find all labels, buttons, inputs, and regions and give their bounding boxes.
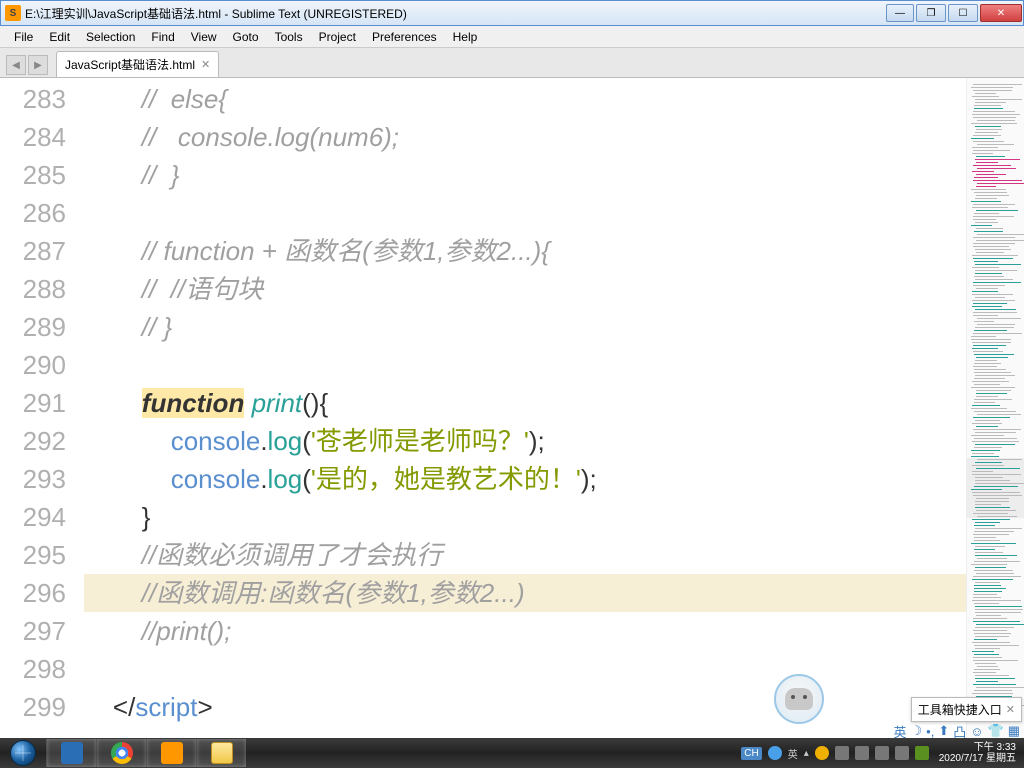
taskbar: CH 英 ▴ 下午 3:33 2020/7/17 星期五: [0, 738, 1024, 768]
code-line[interactable]: // function + 函数名(参数1,参数2...){: [84, 232, 966, 270]
code-line[interactable]: //print();: [84, 612, 966, 650]
taskbar-app-1[interactable]: [46, 739, 96, 767]
menu-bar: FileEditSelectionFindViewGotoToolsProjec…: [0, 26, 1024, 48]
file-tab[interactable]: JavaScript基础语法.html ✕: [56, 51, 219, 77]
menu-project[interactable]: Project: [311, 27, 364, 47]
menu-edit[interactable]: Edit: [41, 27, 78, 47]
code-line[interactable]: </script>: [84, 688, 966, 726]
tab-label: JavaScript基础语法.html: [65, 56, 195, 73]
menu-selection[interactable]: Selection: [78, 27, 143, 47]
minimap[interactable]: [966, 78, 1024, 738]
code-line[interactable]: [84, 650, 966, 688]
line-number-gutter: 2832842852862872882892902912922932942952…: [0, 78, 84, 738]
tray-volume-icon[interactable]: [875, 746, 889, 760]
code-editor[interactable]: 2832842852862872882892902912922932942952…: [0, 78, 1024, 738]
minimize-button[interactable]: —: [886, 4, 914, 22]
start-button[interactable]: [0, 739, 46, 767]
code-line[interactable]: // }: [84, 156, 966, 194]
tray-q-icon[interactable]: [768, 746, 782, 760]
code-line[interactable]: [84, 194, 966, 232]
code-line[interactable]: [84, 346, 966, 384]
ime-moon-icon[interactable]: ☽: [910, 723, 922, 739]
code-line[interactable]: // //语句块: [84, 270, 966, 308]
ime-smile-icon[interactable]: ☺: [970, 724, 983, 739]
tray-clock[interactable]: 下午 3:33 2020/7/17 星期五: [935, 740, 1020, 766]
tray-lang[interactable]: CH: [741, 747, 761, 760]
tray-flag-icon[interactable]: [835, 746, 849, 760]
menu-view[interactable]: View: [183, 27, 225, 47]
tray-nvidia-icon[interactable]: [915, 746, 929, 760]
code-line[interactable]: function print(){: [84, 384, 966, 422]
restore-button[interactable]: ❐: [916, 4, 946, 22]
tray-network-icon[interactable]: [855, 746, 869, 760]
code-line[interactable]: console.log('苍老师是老师吗？');: [84, 422, 966, 460]
code-line[interactable]: console.log('是的，她是教艺术的！');: [84, 460, 966, 498]
tray-arrow-icon[interactable]: ▴: [804, 748, 809, 759]
assistant-avatar[interactable]: [774, 674, 824, 724]
tray-usb-icon[interactable]: [895, 746, 909, 760]
tray-date: 2020/7/17 星期五: [939, 753, 1016, 764]
code-line[interactable]: // else{: [84, 80, 966, 118]
tray-ime[interactable]: 英: [788, 746, 798, 761]
system-tray: CH 英 ▴ 下午 3:33 2020/7/17 星期五: [741, 740, 1024, 766]
ime-grid-icon[interactable]: ▦: [1008, 723, 1020, 739]
menu-preferences[interactable]: Preferences: [364, 27, 445, 47]
code-line[interactable]: //函数必须调用了才会执行: [84, 536, 966, 574]
menu-help[interactable]: Help: [445, 27, 486, 47]
maximize-button[interactable]: ☐: [948, 4, 978, 22]
code-line[interactable]: }: [84, 498, 966, 536]
tab-next-button[interactable]: ▶: [28, 55, 48, 75]
taskbar-chrome[interactable]: [96, 739, 146, 767]
toolbox-label: 工具箱快捷入口: [918, 701, 1002, 718]
code-line[interactable]: //函数调用:函数名(参数1,参数2...): [84, 574, 966, 612]
tray-time: 下午 3:33: [939, 742, 1016, 753]
ime-skin-icon[interactable]: 👕: [988, 723, 1004, 739]
minimap-viewport[interactable]: [967, 458, 1024, 518]
menu-find[interactable]: Find: [143, 27, 182, 47]
menu-tools[interactable]: Tools: [267, 27, 311, 47]
taskbar-sublime[interactable]: [146, 739, 196, 767]
window-titlebar: S E:\江理实训\JavaScript基础语法.html - Sublime …: [0, 0, 1024, 26]
menu-goto[interactable]: Goto: [225, 27, 267, 47]
code-content[interactable]: // else{ // console.log(num6); // } // f…: [84, 78, 966, 738]
code-line[interactable]: // console.log(num6);: [84, 118, 966, 156]
tab-prev-button[interactable]: ◀: [6, 55, 26, 75]
window-title: E:\江理实训\JavaScript基础语法.html - Sublime Te…: [25, 5, 407, 22]
menu-file[interactable]: File: [6, 27, 41, 47]
taskbar-explorer[interactable]: [196, 739, 246, 767]
ime-comma-icon[interactable]: •,: [926, 724, 934, 739]
app-icon: S: [5, 5, 21, 21]
code-line[interactable]: // }: [84, 308, 966, 346]
close-button[interactable]: ✕: [980, 4, 1022, 22]
tray-360-icon[interactable]: [815, 746, 829, 760]
toolbox-close-icon[interactable]: ✕: [1006, 703, 1015, 716]
ime-mic-icon[interactable]: ⬆: [938, 723, 949, 739]
tab-close-icon[interactable]: ✕: [201, 58, 210, 71]
tab-bar: ◀ ▶ JavaScript基础语法.html ✕: [0, 48, 1024, 78]
toolbox-popup[interactable]: 工具箱快捷入口 ✕: [911, 697, 1022, 722]
